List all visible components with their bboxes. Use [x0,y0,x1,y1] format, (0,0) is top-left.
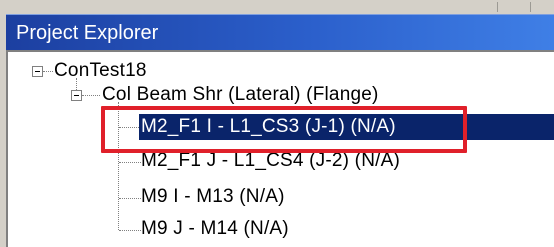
collapse-minus-icon[interactable] [71,90,82,101]
project-explorer-window: Project Explorer ConTest18 Col Beam Shr … [0,0,554,247]
tree-node-contest18[interactable]: ConTest18 [54,59,147,83]
collapse-minus-icon[interactable] [32,66,43,77]
tree-connector [82,95,100,97]
tree-item-m9-j[interactable]: M9 J - M14 (N/A) [141,217,289,241]
annotation-highlight-box [101,106,467,153]
tree-connector [119,162,141,164]
toolbar-strip [0,0,554,14]
tree-connector [76,78,78,90]
tree-connector [119,230,141,232]
panel-title: Project Explorer [16,22,159,44]
tree-connector [43,71,53,73]
tree-node-col-beam-shr[interactable]: Col Beam Shr (Lateral) (Flange) [102,83,379,107]
toolbar-separator [497,2,498,12]
toolbar-separator [530,2,531,12]
panel-titlebar: Project Explorer [6,14,554,51]
tree-connector [119,198,141,200]
tree-item-m9-i[interactable]: M9 I - M13 (N/A) [141,185,285,209]
